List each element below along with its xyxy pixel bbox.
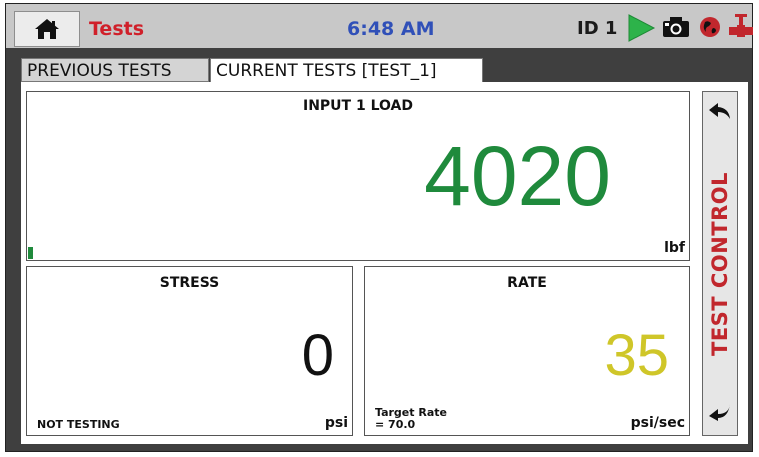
rate-value: 35	[604, 323, 669, 388]
camera-icon[interactable]	[662, 16, 690, 38]
valve-icon[interactable]	[728, 13, 754, 41]
globe-icon[interactable]	[699, 16, 721, 38]
load-title: INPUT 1 LOAD	[303, 98, 413, 114]
tab-current-tests[interactable]: CURRENT TESTS [TEST_1]	[210, 58, 483, 82]
tab-previous-tests[interactable]: PREVIOUS TESTS	[21, 58, 209, 82]
rate-title: RATE	[507, 275, 547, 291]
return-arrow-icon[interactable]	[708, 403, 732, 421]
top-bar: Tests 6:48 AM ID 1	[6, 4, 754, 48]
clock-time: 6:48 AM	[347, 18, 435, 40]
device-id: ID 1	[577, 18, 618, 39]
rate-panel: RATE 35 psi/sec Target Rate = 70.0	[364, 266, 690, 436]
load-panel: INPUT 1 LOAD 4020 lbf	[26, 91, 690, 261]
stress-panel: STRESS 0 psi NOT TESTING	[26, 266, 353, 436]
page-title: Tests	[89, 18, 145, 40]
rate-unit: psi/sec	[630, 415, 685, 431]
test-control-panel[interactable]: TEST CONTROL	[702, 91, 738, 436]
load-level-bar	[28, 247, 33, 259]
stress-value: 0	[301, 323, 334, 388]
load-value: 4020	[424, 129, 611, 223]
test-control-label: TEST CONTROL	[708, 171, 732, 356]
home-icon	[35, 19, 59, 39]
home-button[interactable]	[14, 11, 80, 47]
load-unit: lbf	[664, 240, 685, 256]
status-text: NOT TESTING	[37, 418, 120, 431]
back-arrow-icon[interactable]	[708, 102, 732, 120]
stress-unit: psi	[324, 415, 348, 431]
stress-title: STRESS	[159, 275, 220, 291]
target-rate-value: = 70.0	[375, 418, 416, 431]
play-icon[interactable]	[626, 13, 656, 43]
